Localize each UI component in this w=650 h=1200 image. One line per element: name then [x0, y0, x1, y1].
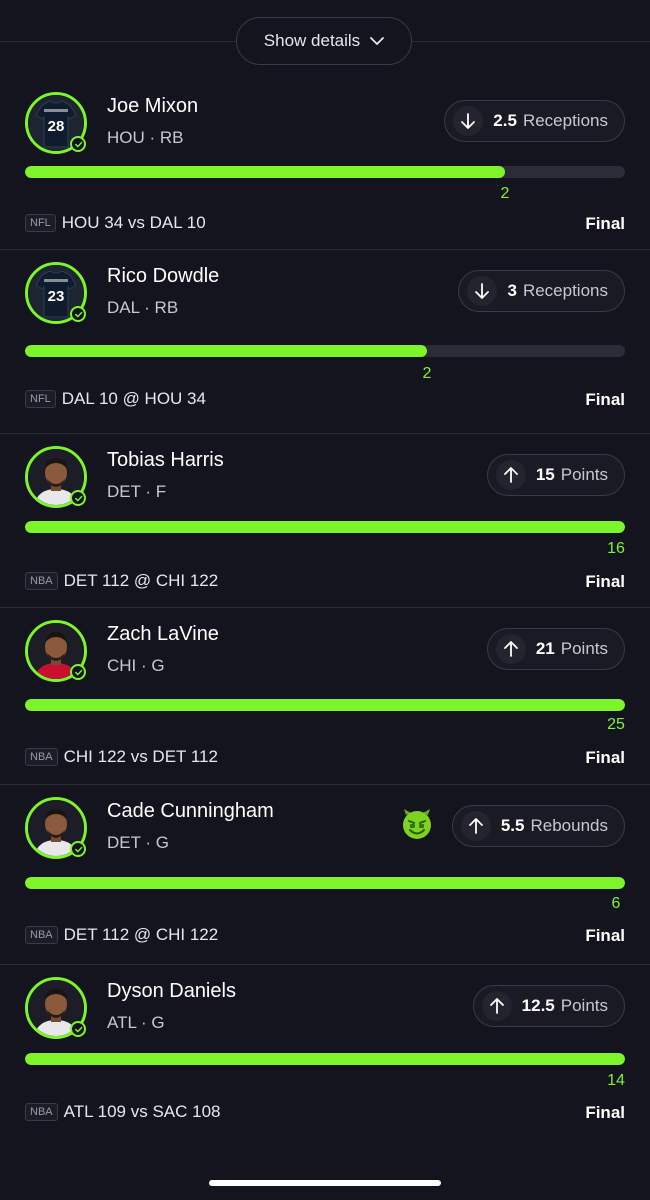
game-row: NFL DAL 10 @ HOU 34 — [25, 389, 206, 409]
pick-card[interactable]: 28 Joe Mixon HOU · RB 2.5 Receptions 2 NFL HOU … — [0, 80, 650, 250]
actual-value: 2 — [422, 365, 432, 382]
home-indicator — [209, 1180, 441, 1186]
actual-value: 16 — [607, 540, 625, 557]
check-icon — [70, 490, 86, 506]
pick-card[interactable]: 23 Rico Dowdle DAL · RB 3 Receptions 2 NFL DAL … — [0, 250, 650, 434]
player-name: Cade Cunningham — [107, 800, 274, 822]
progress-fill — [25, 166, 505, 178]
matchup: DAL 10 @ HOU 34 — [61, 389, 206, 408]
pick-card[interactable]: Cade Cunningham DET · G 5.5 Rebounds 6 NBA DET… — [0, 785, 650, 965]
player-team-position: ATL · G — [107, 1013, 165, 1032]
arrow-up-icon — [495, 460, 526, 490]
prop-line: 21 — [535, 639, 555, 658]
actual-value: 14 — [607, 1072, 625, 1089]
player-name: Tobias Harris — [107, 449, 224, 471]
arrow-up-icon — [460, 811, 491, 841]
matchup: DET 112 @ CHI 122 — [63, 571, 219, 590]
pick-card[interactable]: Dyson Daniels ATL · G 12.5 Points 14 NBA ATL 1… — [0, 965, 650, 1141]
prop-pill[interactable]: 3 Receptions — [458, 270, 625, 312]
prop-stat: Rebounds — [530, 816, 608, 835]
league-badge: NBA — [25, 926, 58, 944]
prop-line: 15 — [535, 465, 555, 484]
progress-track — [25, 1053, 625, 1065]
game-status: Final — [585, 1103, 625, 1122]
show-details-button[interactable]: Show details — [236, 17, 412, 65]
prop-pill[interactable]: 15 Points — [486, 454, 625, 496]
progress-track — [25, 521, 625, 533]
arrow-up-icon — [495, 634, 526, 664]
actual-value: 6 — [611, 895, 621, 912]
prop-pill[interactable]: 5.5 Rebounds — [451, 805, 625, 847]
progress-fill — [25, 521, 625, 533]
progress-fill — [25, 1053, 625, 1065]
game-row: NBA CHI 122 vs DET 112 — [25, 747, 218, 767]
player-team-position: DAL · RB — [107, 298, 179, 317]
league-badge: NBA — [25, 748, 58, 766]
svg-text:28: 28 — [48, 118, 65, 135]
player-team-position: HOU · RB — [107, 128, 184, 147]
league-badge: NBA — [25, 1103, 58, 1121]
arrow-down-icon — [453, 106, 484, 136]
progress-fill — [25, 877, 625, 889]
matchup: DET 112 @ CHI 122 — [63, 925, 219, 944]
prop-pill[interactable]: 2.5 Receptions — [444, 100, 625, 142]
progress-fill — [25, 699, 625, 711]
game-row: NFL HOU 34 vs DAL 10 — [25, 213, 206, 233]
game-row: NBA ATL 109 vs SAC 108 — [25, 1102, 221, 1122]
prop-pill[interactable]: 12.5 Points — [472, 985, 625, 1027]
arrow-up-icon — [481, 991, 512, 1021]
prop-line: 3 — [507, 281, 517, 300]
game-status: Final — [585, 214, 625, 233]
league-badge: NFL — [25, 214, 56, 232]
game-status: Final — [585, 572, 625, 591]
prop-stat: Points — [560, 465, 608, 484]
game-status: Final — [585, 390, 625, 409]
actual-value: 25 — [607, 716, 625, 733]
player-name: Rico Dowdle — [107, 265, 220, 287]
player-name: Zach LaVine — [107, 623, 219, 645]
pick-card[interactable]: Zach LaVine CHI · G 21 Points 25 NBA CHI 122 v… — [0, 608, 650, 785]
matchup: ATL 109 vs SAC 108 — [63, 1102, 221, 1121]
game-row: NBA DET 112 @ CHI 122 — [25, 571, 218, 591]
player-name: Joe Mixon — [107, 95, 199, 117]
prop-pill[interactable]: 21 Points — [486, 628, 625, 670]
progress-track — [25, 877, 625, 889]
arrow-down-icon — [467, 276, 498, 306]
player-team-position: CHI · G — [107, 656, 165, 675]
game-status: Final — [585, 748, 625, 767]
progress-track — [25, 699, 625, 711]
check-icon — [70, 136, 86, 152]
player-name: Dyson Daniels — [107, 980, 236, 1002]
check-icon — [70, 664, 86, 680]
prop-stat: Receptions — [522, 111, 608, 130]
league-badge: NFL — [25, 390, 56, 408]
prop-stat: Points — [560, 639, 608, 658]
check-icon — [70, 306, 86, 322]
player-team-position: DET · F — [107, 482, 167, 501]
prop-stat: Receptions — [522, 281, 608, 300]
progress-track — [25, 166, 625, 178]
progress-fill — [25, 345, 427, 357]
actual-value: 2 — [500, 185, 510, 202]
svg-text:23: 23 — [48, 288, 65, 305]
check-icon — [70, 1021, 86, 1037]
progress-track — [25, 345, 625, 357]
matchup: CHI 122 vs DET 112 — [63, 747, 218, 766]
check-icon — [70, 841, 86, 857]
player-team-position: DET · G — [107, 833, 170, 852]
pick-card[interactable]: Tobias Harris DET · F 15 Points 16 NBA DET 112… — [0, 434, 650, 608]
game-status: Final — [585, 926, 625, 945]
league-badge: NBA — [25, 572, 58, 590]
prop-line: 5.5 — [500, 816, 525, 835]
prop-stat: Points — [560, 996, 608, 1015]
game-row: NBA DET 112 @ CHI 122 — [25, 925, 218, 945]
pick-list: 28 Joe Mixon HOU · RB 2.5 Receptions 2 NFL HOU … — [0, 80, 650, 1141]
chevron-down-icon — [370, 37, 385, 45]
prop-line: 12.5 — [521, 996, 555, 1015]
matchup: HOU 34 vs DAL 10 — [61, 213, 206, 232]
prop-line: 2.5 — [493, 111, 517, 130]
show-details-label: Show details — [263, 31, 361, 50]
